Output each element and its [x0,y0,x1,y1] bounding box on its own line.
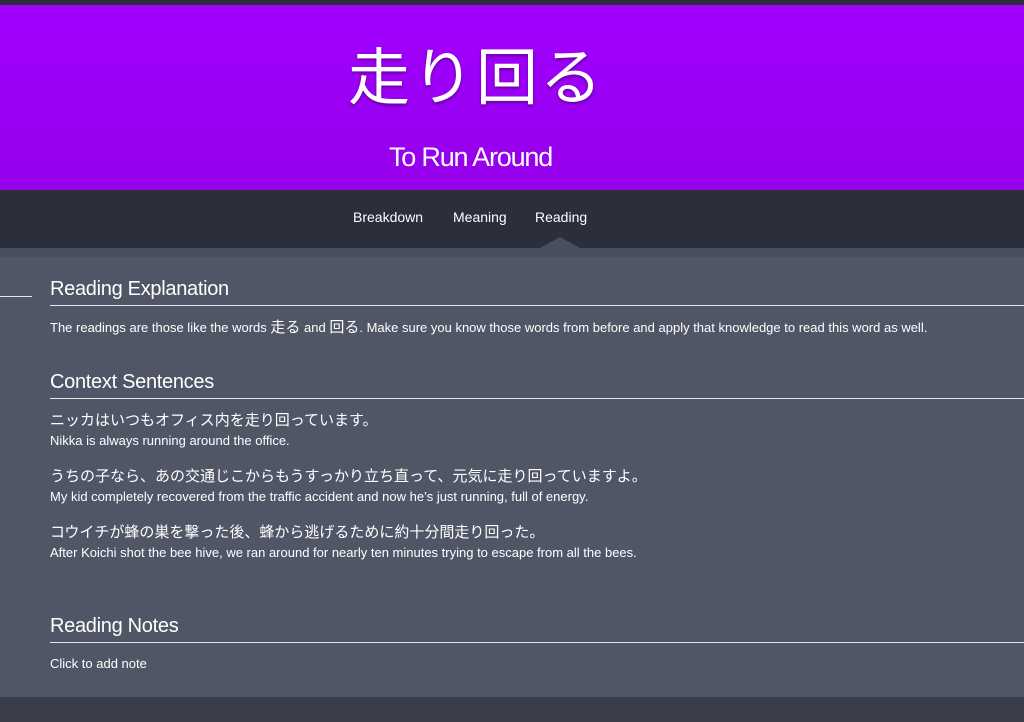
left-rule [0,296,32,297]
add-note-button[interactable]: Click to add note [50,656,1024,671]
context-sentences-section: Context Sentences ニッカはいつもオフィス内を走り回っています。… [50,368,1024,563]
sentence-english: Nikka is always running around the offic… [50,433,290,448]
sentence-japanese: うちの子なら、あの交通じこからもうすっかり立ち直って、元気に走り回っていますよ。 [50,467,647,485]
reading-explanation-title: Reading Explanation [50,275,1024,306]
reading-explanation-text-1: The readings are those like the words [50,320,271,335]
active-tab-pointer [540,237,580,248]
related-word-2: 回る [329,319,360,336]
reading-notes-title: Reading Notes [50,612,1024,643]
reading-section: Reading Explanation The readings are tho… [0,257,1024,697]
context-sentence: ニッカはいつもオフィス内を走り回っています。 Nikka is always r… [50,409,1024,451]
content-top-strip [0,248,1024,257]
reading-explanation-section: Reading Explanation The readings are tho… [50,275,1024,338]
related-word-1: 走る [270,319,301,336]
nav-reading[interactable]: Reading [535,209,587,225]
context-sentences-title: Context Sentences [50,368,1024,399]
nav-meaning[interactable]: Meaning [453,209,507,225]
sentence-japanese: コウイチが蜂の巣を撃った後、蜂から逃げるために約十分間走り回った。 [50,523,545,541]
sentence-japanese: ニッカはいつもオフィス内を走り回っています。 [50,411,378,429]
sentence-english: After Koichi shot the bee hive, we ran a… [50,545,637,560]
vocabulary-header: 走り回る To Run Around [0,5,1024,190]
context-sentence: コウイチが蜂の巣を撃った後、蜂から逃げるために約十分間走り回った。 After … [50,521,1024,563]
nav-breakdown[interactable]: Breakdown [353,209,423,225]
sentence-english: My kid completely recovered from the tra… [50,489,589,504]
reading-explanation-text-2: and [300,320,330,335]
vocabulary-meaning: To Run Around [389,142,553,172]
reading-explanation-text: The readings are those like the words 走る… [50,318,1024,338]
reading-notes-section: Reading Notes Click to add note [50,612,1024,671]
page-footer [0,697,1024,722]
vocabulary-characters: 走り回る [348,41,605,114]
reading-explanation-text-3: . Make sure you know those words from be… [359,320,928,335]
context-sentence: うちの子なら、あの交通じこからもうすっかり立ち直って、元気に走り回っていますよ。… [50,465,1024,507]
section-nav: Breakdown Meaning Reading [0,190,1024,248]
